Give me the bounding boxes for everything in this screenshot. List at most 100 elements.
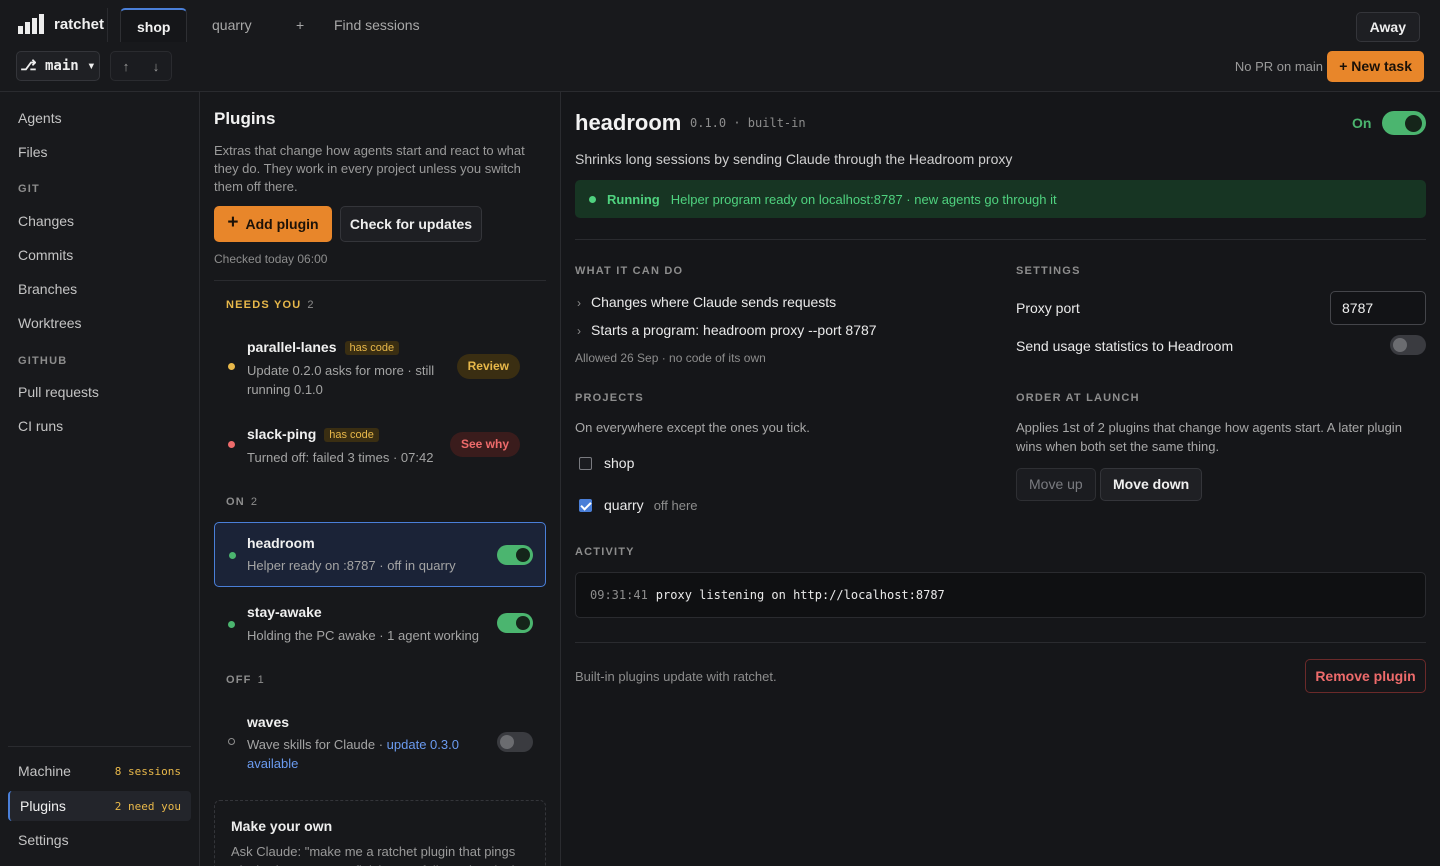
- sidebar-item-settings[interactable]: Settings: [8, 825, 191, 855]
- sidebar-item-commits[interactable]: Commits: [18, 247, 73, 263]
- plugin-status-text: Holding the PC awake · 1 agent working: [247, 628, 479, 643]
- plugin-item-stay-awake[interactable]: stay-awake Holding the PC awake · 1 agen…: [214, 602, 546, 652]
- plugin-item-slack-ping[interactable]: slack-ping has code Turned off: failed 3 …: [214, 424, 546, 474]
- plugin-title: headroom: [575, 110, 682, 135]
- order-description: Applies 1st of 2 plugins that change how…: [1016, 420, 1402, 454]
- page-title: Plugins: [214, 109, 276, 128]
- log-timestamp: 09:31:41: [590, 588, 648, 602]
- review-button[interactable]: Review: [456, 354, 520, 379]
- plugin-description: Shrinks long sessions by sending Claude …: [575, 151, 1013, 167]
- sidebar-item-label: Machine: [18, 763, 71, 779]
- permission-note: Allowed 26 Sep · no code of its own: [575, 351, 766, 365]
- chevron-right-icon: ›: [577, 324, 581, 338]
- log-message: proxy listening on http://localhost:8787: [655, 588, 945, 602]
- tab-shop[interactable]: shop: [120, 8, 188, 42]
- section-count: 1: [257, 674, 264, 686]
- divider: [575, 239, 1426, 240]
- sidebar-item-label: Plugins: [20, 798, 66, 814]
- make-your-own-card: Make your own Ask Claude: "make me a rat…: [214, 800, 546, 866]
- plugin-status-text: Turned off: failed 3 times · 07:42: [247, 450, 434, 465]
- proxy-port-input[interactable]: 8787: [1330, 291, 1426, 325]
- plugin-name: parallel-lanes: [247, 339, 337, 355]
- remove-plugin-button[interactable]: Remove plugin: [1305, 659, 1426, 693]
- sidebar-item-agents[interactable]: Agents: [18, 110, 62, 126]
- enabled-label: On: [1352, 115, 1372, 131]
- away-status-button[interactable]: Away: [1355, 12, 1420, 42]
- section-off: OFF 1: [226, 674, 264, 686]
- sidebar-item-branches[interactable]: Branches: [18, 281, 77, 297]
- sidebar-item-ci-runs[interactable]: CI runs: [18, 418, 63, 434]
- projects-description: On everywhere except the ones you tick.: [575, 420, 810, 435]
- tab-quarry[interactable]: quarry: [196, 8, 268, 42]
- new-tab-button[interactable]: +: [280, 8, 320, 42]
- plugin-item-waves[interactable]: waves Wave skills for Claude · update 0.…: [214, 712, 546, 774]
- project-name: shop: [604, 455, 635, 471]
- section-what-it-can-do: WHAT IT CAN DO: [575, 265, 684, 277]
- sidebar-item-worktrees[interactable]: Worktrees: [18, 315, 82, 331]
- plugin-status-text: Wave skills for Claude · update 0.3.0 av…: [247, 735, 472, 773]
- section-label: OFF: [226, 674, 252, 686]
- project-row-shop[interactable]: shop: [579, 455, 634, 471]
- running-dot-icon: [589, 195, 596, 203]
- sidebar-item-plugins[interactable]: Plugins 2 need you: [8, 791, 191, 821]
- last-checked: Checked today 06:00: [214, 252, 328, 266]
- sidebar: Agents Files GIT Changes Commits Branche…: [0, 92, 200, 866]
- project-row-quarry[interactable]: quarry off here: [579, 497, 698, 513]
- plugin-name-row: parallel-lanes has code: [247, 339, 400, 355]
- capability-label: Starts a program: headroom proxy --port …: [591, 322, 877, 338]
- status-banner: Running Helper program ready on localhos…: [575, 180, 1426, 218]
- chevron-right-icon: ›: [577, 296, 581, 310]
- plugin-item-parallel-lanes[interactable]: parallel-lanes has code Update 0.2.0 asks…: [214, 336, 546, 406]
- plugin-status-label: Wave skills for Claude ·: [247, 737, 387, 752]
- status-dot: [228, 621, 235, 628]
- sidebar-divider: [8, 746, 191, 747]
- make-your-own-text: Ask Claude: "make me a ratchet plugin th…: [231, 844, 522, 866]
- plugin-item-headroom[interactable]: headroom Helper ready on :8787 · off in …: [214, 522, 546, 587]
- sidebar-item-pull-requests[interactable]: Pull requests: [18, 384, 99, 400]
- find-sessions-tab[interactable]: Find sessions: [318, 8, 436, 42]
- move-up-button[interactable]: Move up: [1016, 468, 1096, 501]
- plugin-enabled-toggle[interactable]: [1382, 111, 1426, 135]
- divider: [107, 8, 108, 42]
- section-label: NEEDS YOU: [226, 299, 302, 311]
- status-dot: [228, 738, 235, 745]
- capability-item[interactable]: › Starts a program: headroom proxy --port…: [577, 322, 877, 338]
- plus-icon: +: [227, 212, 239, 233]
- footer-note: Built-in plugins update with ratchet.: [575, 669, 777, 684]
- plugin-status-text: Update 0.2.0 asks for more · still runni…: [247, 363, 435, 397]
- sidebar-item-files[interactable]: Files: [18, 144, 48, 160]
- status-state: Running: [607, 191, 660, 207]
- waves-toggle[interactable]: [497, 732, 533, 752]
- status-dot: [228, 363, 235, 370]
- headroom-toggle[interactable]: [497, 545, 533, 565]
- sync-buttons: ↑ ↓: [110, 51, 172, 81]
- add-plugin-button[interactable]: + Add plugin: [214, 206, 332, 242]
- sidebar-heading-github: GITHUB: [18, 355, 68, 367]
- sessions-count: 8 sessions: [114, 764, 181, 778]
- branch-selector[interactable]: ⎇ main ▾: [16, 51, 100, 81]
- plugin-name: headroom: [247, 535, 315, 551]
- section-settings: SETTINGS: [1016, 265, 1081, 277]
- push-arrow-up-icon[interactable]: ↑: [123, 59, 130, 74]
- activity-log: 09:31:41 proxy listening on http://localh…: [575, 572, 1426, 618]
- usage-stats-label: Send usage statistics to Headroom: [1016, 338, 1234, 354]
- move-down-button[interactable]: Move down: [1100, 468, 1203, 501]
- project-checkbox[interactable]: [579, 456, 592, 470]
- add-plugin-label: Add plugin: [245, 216, 319, 232]
- sidebar-item-machine[interactable]: Machine 8 sessions: [8, 756, 191, 786]
- project-checkbox[interactable]: [579, 498, 592, 512]
- check-updates-button[interactable]: Check for updates: [340, 206, 482, 242]
- new-task-button[interactable]: + New task: [1327, 51, 1424, 82]
- section-activity: ACTIVITY: [575, 546, 635, 558]
- plugin-name: stay-awake: [247, 604, 322, 620]
- sidebar-item-changes[interactable]: Changes: [18, 213, 74, 229]
- top-bar: ratchet shop quarry + Find sessions Away…: [0, 0, 1440, 92]
- usage-stats-toggle[interactable]: [1390, 335, 1426, 355]
- status-dot: [229, 552, 236, 559]
- plugin-name: waves: [247, 714, 290, 730]
- pull-arrow-down-icon[interactable]: ↓: [153, 59, 160, 74]
- see-why-button[interactable]: See why: [449, 432, 520, 457]
- proxy-port-label: Proxy port: [1016, 300, 1080, 316]
- capability-item[interactable]: › Changes where Claude sends requests: [577, 294, 836, 310]
- stay-awake-toggle[interactable]: [497, 613, 533, 633]
